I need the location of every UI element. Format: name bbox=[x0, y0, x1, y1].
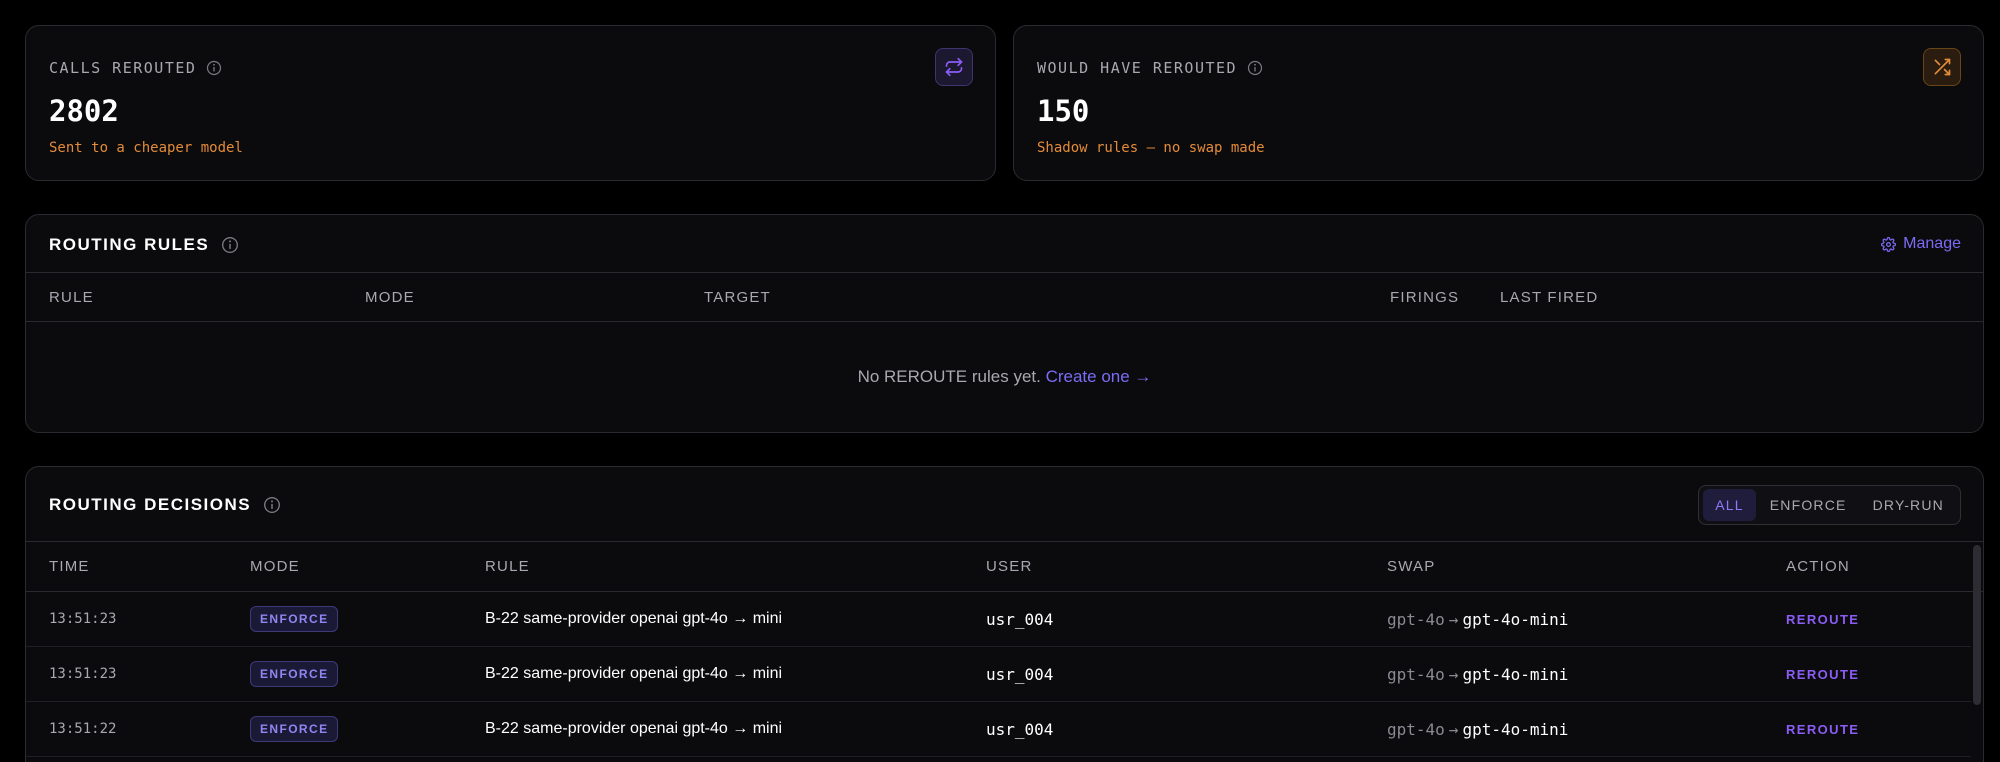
routing-decisions-title: ROUTING DECISIONS bbox=[49, 495, 281, 515]
row-swap: gpt-4o → gpt-4o-mini bbox=[1387, 610, 1569, 629]
table-row[interactable]: 13:51:22 ENFORCE B-22 same-provider open… bbox=[26, 702, 1971, 757]
mode-badge: ENFORCE bbox=[250, 716, 339, 742]
arrow-right-icon: → bbox=[1448, 720, 1459, 739]
row-swap: gpt-4o → gpt-4o-mini bbox=[1387, 665, 1569, 684]
row-rule: B-22 same-provider openai gpt-4o → mini bbox=[485, 610, 783, 627]
gear-icon bbox=[1881, 236, 1897, 252]
col-firings[interactable]: FIRINGS bbox=[1390, 289, 1459, 306]
row-user: usr_004 bbox=[986, 720, 1054, 739]
row-time: 13:51:23 bbox=[49, 611, 117, 627]
would-have-rerouted-card: WOULD HAVE REROUTED 150 Shadow rules — n… bbox=[1013, 25, 1984, 181]
rules-column-headers: RULE MODE TARGET FIRINGS LAST FIRED bbox=[26, 273, 1983, 322]
col-mode[interactable]: MODE bbox=[250, 558, 300, 575]
mode-badge: ENFORCE bbox=[250, 606, 339, 632]
col-time[interactable]: TIME bbox=[49, 558, 90, 575]
routing-decisions-panel: ROUTING DECISIONS ALL ENFORCE DRY-RUN TI… bbox=[25, 466, 1984, 762]
calls-rerouted-label: CALLS REROUTED bbox=[49, 59, 222, 77]
would-have-rerouted-value: 150 bbox=[1037, 94, 1090, 128]
filter-all[interactable]: ALL bbox=[1703, 489, 1756, 521]
col-rule[interactable]: RULE bbox=[49, 289, 94, 306]
row-time: 13:51:22 bbox=[49, 721, 117, 737]
routing-rules-panel: ROUTING RULES Manage RULE MODE TARGET FI… bbox=[25, 214, 1984, 433]
routing-decisions-header: ROUTING DECISIONS ALL ENFORCE DRY-RUN bbox=[26, 467, 1983, 542]
calls-rerouted-card: CALLS REROUTED 2802 Sent to a cheaper mo… bbox=[25, 25, 996, 181]
mode-filter: ALL ENFORCE DRY-RUN bbox=[1698, 485, 1961, 525]
info-icon[interactable] bbox=[221, 236, 239, 254]
info-icon[interactable] bbox=[206, 60, 222, 76]
row-rule: B-22 same-provider openai gpt-4o → mini bbox=[485, 720, 783, 737]
create-rule-link[interactable]: Create one → bbox=[1046, 367, 1152, 386]
arrow-right-icon: → bbox=[1448, 610, 1459, 629]
routing-rules-header: ROUTING RULES Manage bbox=[26, 215, 1983, 273]
col-user[interactable]: USER bbox=[986, 558, 1032, 575]
repeat-icon bbox=[935, 48, 973, 86]
col-last-fired[interactable]: LAST FIRED bbox=[1500, 289, 1598, 306]
calls-rerouted-value: 2802 bbox=[49, 94, 119, 128]
filter-enforce[interactable]: ENFORCE bbox=[1758, 489, 1859, 521]
col-action[interactable]: ACTION bbox=[1786, 558, 1850, 575]
decisions-column-headers: TIME MODE RULE USER SWAP ACTION bbox=[26, 542, 1983, 592]
reroute-action[interactable]: REROUTE bbox=[1786, 612, 1859, 627]
col-swap[interactable]: SWAP bbox=[1387, 558, 1435, 575]
info-icon[interactable] bbox=[1247, 60, 1263, 76]
col-rule[interactable]: RULE bbox=[485, 558, 530, 575]
mode-badge: ENFORCE bbox=[250, 661, 339, 687]
row-rule: B-22 same-provider openai gpt-4o → mini bbox=[485, 665, 783, 682]
arrow-right-icon: → bbox=[1448, 665, 1459, 684]
reroute-action[interactable]: REROUTE bbox=[1786, 722, 1859, 737]
routing-rules-title: ROUTING RULES bbox=[49, 235, 239, 255]
row-user: usr_004 bbox=[986, 665, 1054, 684]
col-target[interactable]: TARGET bbox=[704, 289, 771, 306]
row-swap: gpt-4o → gpt-4o-mini bbox=[1387, 720, 1569, 739]
filter-dry-run[interactable]: DRY-RUN bbox=[1861, 489, 1956, 521]
would-have-rerouted-subtitle: Shadow rules — no swap made bbox=[1037, 140, 1265, 156]
shuffle-icon bbox=[1923, 48, 1961, 86]
manage-link[interactable]: Manage bbox=[1881, 235, 1961, 253]
empty-state: No REROUTE rules yet. Create one → bbox=[857, 367, 1152, 386]
would-have-rerouted-label: WOULD HAVE REROUTED bbox=[1037, 59, 1263, 77]
calls-rerouted-subtitle: Sent to a cheaper model bbox=[49, 140, 243, 156]
reroute-action[interactable]: REROUTE bbox=[1786, 667, 1859, 682]
row-user: usr_004 bbox=[986, 610, 1054, 629]
row-time: 13:51:23 bbox=[49, 666, 117, 682]
info-icon[interactable] bbox=[263, 496, 281, 514]
table-scrollbar[interactable] bbox=[1973, 545, 1981, 705]
table-row[interactable]: 13:51:23 ENFORCE B-22 same-provider open… bbox=[26, 647, 1971, 702]
col-mode[interactable]: MODE bbox=[365, 289, 415, 306]
table-row[interactable]: 13:51:23 ENFORCE B-22 same-provider open… bbox=[26, 592, 1971, 647]
